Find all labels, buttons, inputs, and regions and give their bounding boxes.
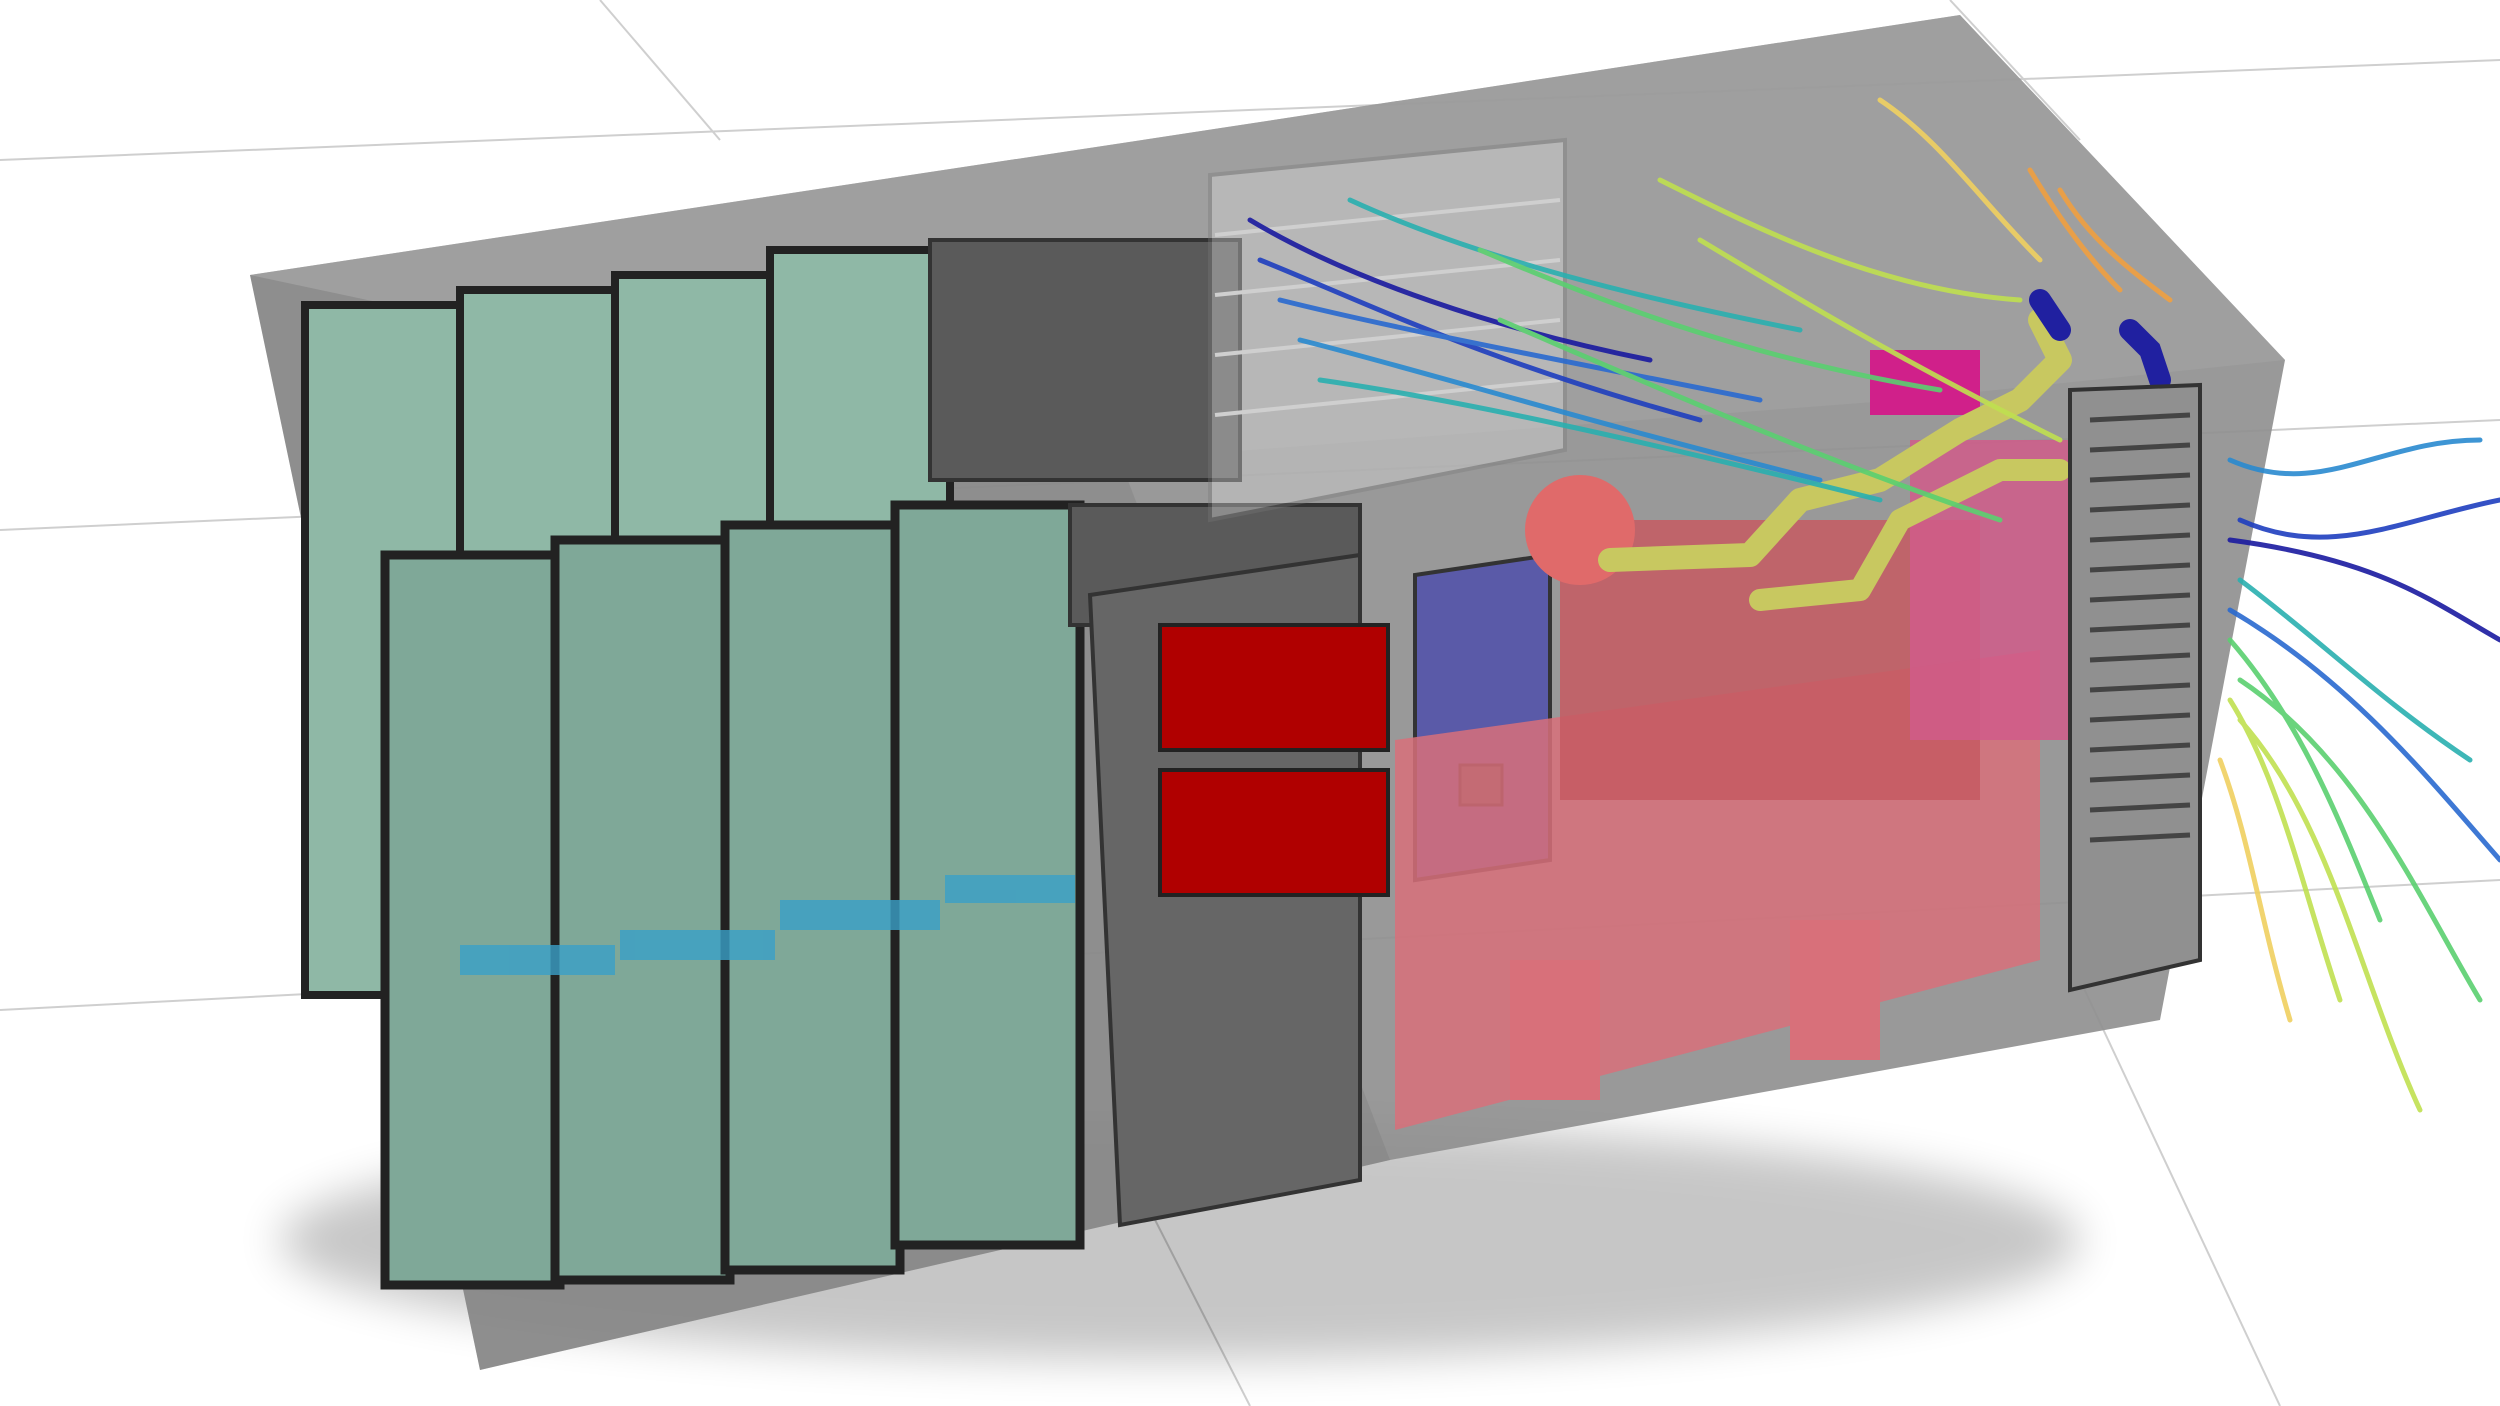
- battery-rack-row-front: [380, 500, 1085, 1290]
- engine-foot: [1510, 960, 1600, 1100]
- engine-housing: [1910, 440, 2080, 740]
- upper-cabinet: [928, 238, 1242, 482]
- radiator: [2068, 382, 2202, 993]
- battery-rack: [550, 535, 735, 1285]
- scene-canvas: [0, 0, 2500, 1406]
- engine-foot: [1790, 920, 1880, 1060]
- control-panel: [1158, 623, 1390, 752]
- battery-rack: [380, 550, 565, 1290]
- battery-rack: [720, 520, 905, 1275]
- electrical-cabinet: [1087, 552, 1390, 1228]
- control-panel: [1158, 768, 1390, 897]
